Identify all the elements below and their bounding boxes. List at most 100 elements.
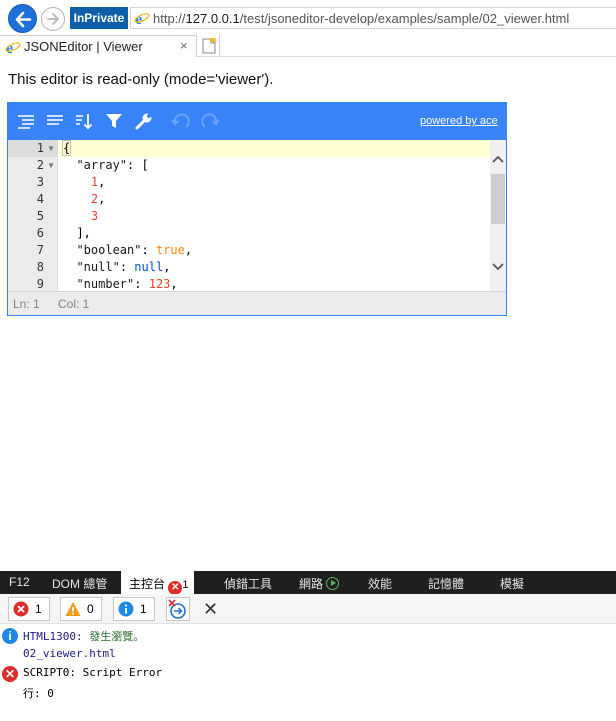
tab-console-label: 主控台	[129, 577, 166, 591]
intro-text: This editor is read-only (mode='viewer')…	[8, 71, 274, 88]
back-button[interactable]	[8, 4, 37, 33]
new-tab-button[interactable]	[198, 35, 220, 57]
tab-memory[interactable]: 記憶體	[428, 575, 464, 592]
scroll-up-icon[interactable]	[492, 154, 504, 164]
line-number: 1	[36, 141, 44, 155]
code-line: "boolean": true,	[76, 243, 193, 257]
info-count: 1	[140, 602, 147, 616]
console-message[interactable]: i HTML1300: 發生瀏覽。 02_viewer.html	[0, 625, 616, 663]
console-message-text: SCRIPT0: Script Error	[23, 666, 163, 679]
ie-tab-icon: e	[5, 40, 21, 55]
line-number: 2	[36, 158, 44, 172]
address-url: http://127.0.0.1/test/jsoneditor-develop…	[153, 11, 569, 26]
fold-arrow-icon[interactable]: ▼	[47, 140, 55, 157]
gutter-line: 4	[8, 191, 58, 208]
forward-button[interactable]	[41, 7, 65, 31]
devtools-tab-bar: F12 DOM 總管 主控台 ✕ 1 偵錯工具 網路 效能 記憶體 模擬	[0, 571, 616, 595]
clear-on-navigate-button[interactable]	[166, 597, 190, 621]
tab-dom-explorer[interactable]: DOM 總管	[52, 575, 107, 592]
sort-button[interactable]	[74, 111, 96, 131]
transform-button[interactable]	[134, 111, 156, 131]
info-icon: i	[2, 628, 18, 644]
tab-network[interactable]: 網路	[299, 575, 340, 592]
line-number: 7	[36, 243, 44, 257]
expand-all-button[interactable]	[16, 111, 38, 131]
gutter-line: 2 ▼	[8, 157, 58, 174]
tab-performance[interactable]: 效能	[368, 575, 392, 592]
line-number: 5	[36, 209, 44, 223]
tab-jsoneditor-viewer[interactable]: e JSONEditor | Viewer ×	[0, 35, 197, 57]
collapse-all-icon	[47, 115, 63, 125]
line-number: 6	[36, 226, 44, 240]
gutter-line: 6	[8, 225, 58, 242]
code-area[interactable]: { "array": [ 1, 2, 3 ], "boolean": true,…	[59, 140, 490, 291]
json-editor: powered by ace 1 ▼ 2 ▼ 3 4 5 6 7 8 9 { "ar…	[7, 102, 507, 316]
sort-icon	[76, 114, 93, 130]
clear-console-icon[interactable]: ✕	[203, 600, 218, 618]
gutter-line: 1 ▼	[8, 140, 58, 157]
code-line: "null": null,	[76, 260, 171, 274]
tab-close-icon[interactable]: ×	[180, 38, 188, 53]
back-arrow-icon	[15, 11, 32, 28]
undo-button[interactable]	[171, 111, 193, 131]
console-message[interactable]: ✕ SCRIPT0: Script Error 行: 0	[0, 663, 616, 701]
errors-filter-button[interactable]: 1	[8, 597, 50, 621]
devtools-f12-label: F12	[9, 575, 30, 589]
url-host: 127.0.0.1	[185, 11, 240, 26]
editor-statusbar: Ln: 1 Col: 1	[8, 291, 506, 315]
collapse-all-button[interactable]	[45, 111, 67, 131]
new-tab-icon	[202, 38, 216, 54]
url-prefix: http://	[153, 11, 186, 26]
console-message-source-link[interactable]: 02_viewer.html	[23, 647, 116, 660]
line-number: 4	[36, 192, 44, 206]
url-path: /test/jsoneditor-develop/examples/sample…	[239, 11, 570, 26]
gutter-line: 8	[8, 259, 58, 276]
editor-toolbar: powered by ace	[8, 103, 506, 140]
clear-on-navigate-icon	[168, 599, 186, 619]
tab-strip: e JSONEditor | Viewer ×	[0, 35, 616, 57]
code-line: 3	[90, 209, 99, 223]
console-message-text: HTML1300: 發生瀏覽。	[23, 630, 145, 643]
cursor-column: Col: 1	[58, 297, 90, 311]
code-line: 1,	[90, 175, 106, 189]
forward-arrow-icon	[47, 13, 59, 25]
tab-title: JSONEditor | Viewer	[24, 39, 143, 54]
address-field[interactable]: e http://127.0.0.1/test/jsoneditor-devel…	[130, 7, 616, 29]
console-message-location: 行: 0	[23, 687, 54, 700]
expand-all-icon	[18, 115, 34, 129]
filter-button[interactable]	[104, 111, 126, 131]
error-icon	[13, 601, 29, 617]
tab-debugger[interactable]: 偵錯工具	[224, 575, 272, 592]
warning-icon	[65, 602, 81, 616]
tab-network-label: 網路	[299, 577, 324, 591]
fold-arrow-icon[interactable]: ▼	[47, 157, 55, 174]
cursor-line: Ln: 1	[13, 297, 40, 311]
console-toolbar: 1 0 1 ✕	[0, 594, 616, 624]
gutter-line: 7	[8, 242, 58, 259]
scroll-down-icon[interactable]	[492, 262, 504, 272]
console-error-count: 1	[182, 579, 189, 591]
code-line: 2,	[90, 192, 106, 206]
line-number-gutter: 1 ▼ 2 ▼ 3 4 5 6 7 8 9	[8, 140, 58, 291]
filter-icon	[106, 114, 122, 128]
warnings-count: 0	[87, 602, 94, 616]
redo-button[interactable]	[200, 111, 222, 131]
tab-console[interactable]: 主控台 ✕ 1	[121, 571, 195, 595]
ie-page-icon: e	[134, 11, 150, 26]
redo-icon	[201, 113, 220, 128]
code-line: "array": [	[76, 158, 149, 172]
inprivate-badge: InPrivate	[70, 7, 128, 29]
wrench-icon	[135, 113, 152, 130]
scrollbar-thumb[interactable]	[491, 174, 505, 224]
errors-count: 1	[35, 602, 42, 616]
console-error-icon: ✕	[168, 581, 183, 595]
console-output: i HTML1300: 發生瀏覽。 02_viewer.html ✕ SCRIPT0: …	[0, 625, 616, 721]
vertical-scrollbar[interactable]	[490, 140, 506, 291]
gutter-line: 3	[8, 174, 58, 191]
powered-by-ace-link[interactable]: powered by ace	[420, 115, 498, 127]
info-filter-button[interactable]: 1	[113, 597, 155, 621]
warnings-filter-button[interactable]: 0	[60, 597, 102, 621]
line-number: 3	[36, 175, 44, 189]
tab-emulation[interactable]: 模擬	[500, 575, 524, 592]
code-line: {	[59, 140, 490, 157]
